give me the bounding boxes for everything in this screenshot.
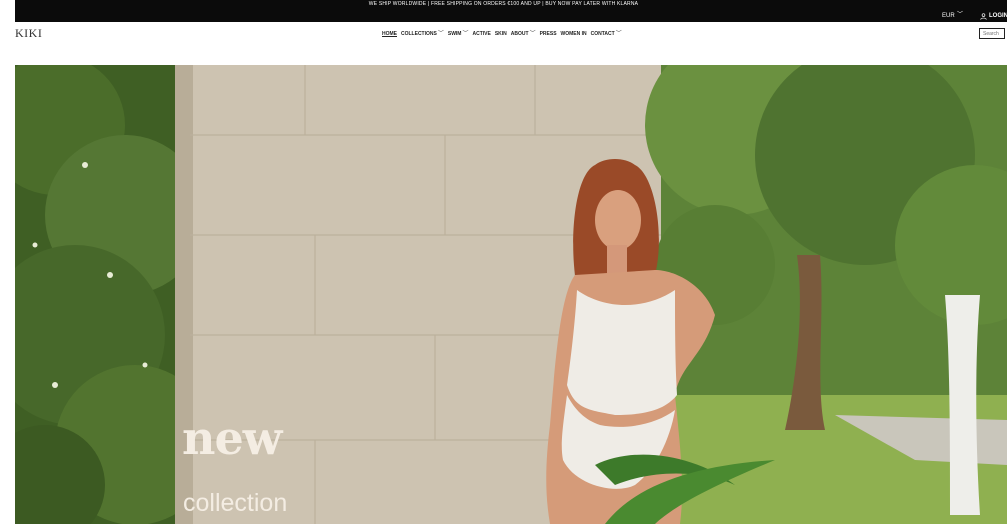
hero-subtitle: collection [183,489,288,517]
nav-collections[interactable]: COLLECTIONS ﹀ [401,30,444,38]
nav-about[interactable]: ABOUT ﹀ [511,30,536,38]
hero-banner[interactable]: new collection [15,65,1007,524]
currency-selector[interactable]: EUR [942,12,955,20]
chevron-down-icon: ﹀ [462,31,469,37]
chevron-down-icon[interactable]: ﹀ [957,11,963,19]
nav-collections-label: COLLECTIONS [401,31,437,37]
nav-women-in[interactable]: WOMEN IN [561,30,587,38]
nav-home[interactable]: HOME [382,30,397,38]
search-input[interactable] [979,28,1005,39]
nav-active-label: ACTIVE [472,31,491,37]
nav-contact-label: CONTACT [590,31,615,37]
hero-image [15,65,1007,524]
user-icon [980,12,987,20]
nav-press-label: PRESS [539,31,557,37]
login-label: LOGIN [989,13,1007,19]
nav-active[interactable]: ACTIVE [472,30,490,38]
chevron-down-icon: ﹀ [437,31,444,37]
nav-home-label: HOME [382,31,397,37]
login-link[interactable]: LOGIN [980,12,1007,20]
nav-press[interactable]: PRESS [540,30,557,38]
chevron-down-icon: ﹀ [529,31,536,37]
main-nav: HOME COLLECTIONS ﹀ SWIM ﹀ ACTIVE SKIN ABOU… [382,30,622,38]
nav-skin[interactable]: SKIN [495,30,507,38]
nav-swim[interactable]: SWIM ﹀ [448,30,469,38]
nav-swim-label: SWIM [447,31,462,37]
nav-skin-label: SKIN [494,31,507,37]
nav-about-label: ABOUT [510,31,529,37]
chevron-down-icon: ﹀ [615,31,622,37]
hero-title: new [182,411,282,465]
announcement-text: WE SHIP WORLDWIDE | FREE SHIPPING ON ORD… [368,1,639,7]
nav-contact[interactable]: CONTACT ﹀ [591,30,622,38]
nav-women-in-label: WOMEN IN [560,31,587,37]
site-logo[interactable]: KIKI [15,26,42,40]
